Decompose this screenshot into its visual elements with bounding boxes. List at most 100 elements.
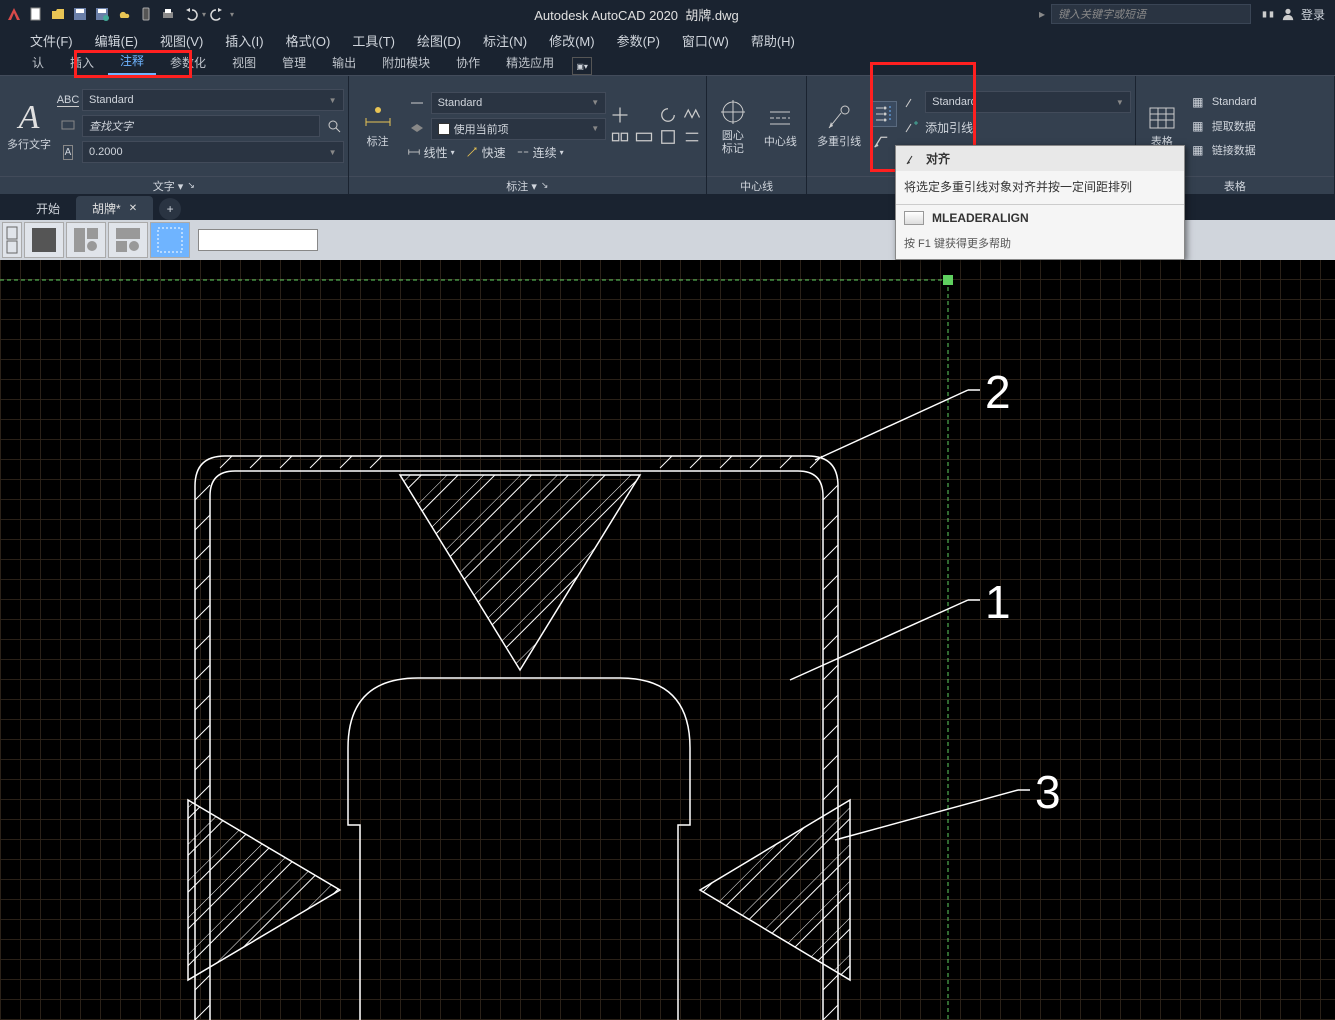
svg-text:2: 2	[985, 366, 1011, 418]
centermark-button[interactable]: 圆心 标记	[711, 80, 755, 172]
saveas-icon[interactable]	[92, 4, 112, 24]
vp-two[interactable]	[66, 222, 106, 258]
text-height-icon: A	[58, 142, 78, 162]
dim-space-icon[interactable]	[682, 127, 702, 147]
tab-insert[interactable]: 插入	[58, 50, 106, 75]
menu-file[interactable]: 文件(F)	[20, 28, 83, 53]
mleader-button[interactable]: 多重引线	[811, 80, 867, 172]
redo-icon[interactable]	[208, 4, 228, 24]
link-icon[interactable]: ▦	[1188, 140, 1208, 160]
text-style-dropdown[interactable]: Standard▼	[82, 89, 344, 111]
leader-2: 2	[815, 366, 1011, 460]
panel-centerline: 圆心 标记 中心线 中心线	[707, 76, 807, 194]
menu-param[interactable]: 参数(P)	[607, 28, 670, 53]
centerline-button[interactable]: 中心线	[759, 80, 803, 172]
table-style-icon[interactable]: ▦	[1188, 92, 1208, 112]
dim-break-icon[interactable]	[610, 105, 630, 125]
drawing-canvas[interactable]: 2 1 3	[0, 260, 1335, 1020]
menu-tools[interactable]: 工具(T)	[342, 28, 405, 53]
new-tab-button[interactable]: +	[159, 198, 181, 220]
dim-style-dropdown[interactable]: Standard▼	[431, 92, 607, 114]
user-icon	[1281, 7, 1295, 21]
menu-view[interactable]: 视图(V)	[150, 28, 213, 53]
cloud-icon[interactable]	[114, 4, 134, 24]
menu-window[interactable]: 窗口(W)	[672, 28, 739, 53]
panel-dimension: 标注 Standard▼ 使用当前项 ▼ 线性 ▾ 快速 连续 ▾	[349, 76, 708, 194]
leader-collect-button[interactable]	[871, 131, 891, 151]
dim-tol-icon[interactable]	[610, 127, 630, 147]
tooltip-help: 按 F1 键获得更多帮助	[896, 231, 1184, 259]
tab-annotate[interactable]: 注释	[108, 48, 156, 75]
dim-layer-dropdown[interactable]: 使用当前项 ▼	[431, 118, 607, 140]
menu-draw[interactable]: 绘图(D)	[407, 28, 471, 53]
mobile-icon[interactable]	[136, 4, 156, 24]
tab-collab[interactable]: 协作	[444, 50, 492, 75]
dim-jog-icon[interactable]	[682, 105, 702, 125]
panel-text: A 多行文字 ABC Standard▼ 查找文字 A 0.2000▼	[0, 76, 349, 194]
tab-extra[interactable]: ▣▾	[572, 57, 592, 75]
new-icon[interactable]	[26, 4, 46, 24]
tab-param[interactable]: 参数化	[158, 50, 218, 75]
command-icon	[904, 211, 924, 225]
search-input[interactable]: 键入关键字或短语	[1051, 4, 1251, 24]
dim-button[interactable]: 标注	[353, 80, 403, 172]
mtext-button[interactable]: A 多行文字	[4, 80, 54, 172]
quick-access-toolbar: ▾ ▾	[0, 4, 234, 24]
menu-help[interactable]: 帮助(H)	[741, 28, 805, 53]
leader-style-icon[interactable]	[901, 92, 921, 112]
close-icon[interactable]: ✕	[129, 203, 137, 214]
extract-icon[interactable]: ▦	[1188, 116, 1208, 136]
dim-tol2-icon[interactable]	[634, 127, 654, 147]
panel-text-title[interactable]: 文字 ▾↘	[0, 176, 348, 194]
open-icon[interactable]	[48, 4, 68, 24]
print-icon[interactable]	[158, 4, 178, 24]
tab-output[interactable]: 输出	[320, 50, 368, 75]
vp-four[interactable]	[150, 222, 190, 258]
leader-add-icon[interactable]	[901, 117, 921, 137]
dim-quick-button[interactable]: 快速	[465, 144, 506, 161]
vp-config-icon[interactable]	[2, 222, 22, 258]
menu-modify[interactable]: 修改(M)	[539, 28, 605, 53]
tab-start[interactable]: 开始	[20, 196, 76, 220]
dim-layer-icon[interactable]	[407, 119, 427, 139]
binoculars-icon	[1261, 7, 1275, 21]
tab-manage[interactable]: 管理	[270, 50, 318, 75]
tab-addins[interactable]: 附加模块	[370, 50, 442, 75]
vp-scale-dropdown[interactable]	[198, 229, 318, 251]
text-style-icon[interactable]: ABC	[58, 90, 78, 110]
menu-insert[interactable]: 插入(I)	[215, 28, 273, 53]
dim-assoc-icon[interactable]	[658, 127, 678, 147]
panel-center-title: 中心线	[707, 176, 806, 194]
align-tooltip: 对齐 将选定多重引线对象对齐并按一定间距排列 MLEADERALIGN 按 F1…	[895, 145, 1185, 260]
undo-icon[interactable]	[180, 4, 200, 24]
drawing-content: 2 1 3	[0, 260, 1335, 1020]
find-text-input[interactable]: 查找文字	[82, 115, 320, 137]
leader-add-button[interactable]: 添加引线	[925, 119, 973, 136]
leader-align-button[interactable]	[871, 101, 897, 127]
leader-style-dropdown[interactable]: Standard▼	[925, 91, 1131, 113]
app-title: Autodesk AutoCAD 2020 胡牌.dwg	[234, 5, 1039, 24]
dim-linear-button[interactable]: 线性 ▾	[407, 144, 455, 161]
dim-continue-button[interactable]: 连续 ▾	[516, 144, 564, 161]
title-bar: ▾ ▾ Autodesk AutoCAD 2020 胡牌.dwg ▸ 键入关键字…	[0, 0, 1335, 28]
tab-view[interactable]: 视图	[220, 50, 268, 75]
menu-format[interactable]: 格式(O)	[276, 28, 341, 53]
menu-dimension[interactable]: 标注(N)	[473, 28, 537, 53]
vp-single[interactable]	[24, 222, 64, 258]
autocad-logo[interactable]	[4, 4, 24, 24]
vp-three[interactable]	[108, 222, 148, 258]
link-data-button[interactable]: 链接数据	[1212, 142, 1256, 158]
menu-bar: 文件(F) 编辑(E) 视图(V) 插入(I) 格式(O) 工具(T) 绘图(D…	[0, 28, 1335, 52]
tab-featured[interactable]: 精选应用	[494, 50, 566, 75]
tab-default[interactable]: 认	[20, 50, 56, 75]
panel-dim-title[interactable]: 标注 ▾↘	[349, 176, 707, 194]
tab-drawing[interactable]: 胡牌*✕	[76, 196, 153, 220]
tooltip-body: 将选定多重引线对象对齐并按一定间距排列	[896, 171, 1184, 204]
login-area[interactable]: 登录	[1261, 6, 1325, 23]
dim-update-icon[interactable]	[658, 105, 678, 125]
search-icon[interactable]	[324, 116, 344, 136]
extract-data-button[interactable]: 提取数据	[1212, 118, 1256, 134]
text-height-dropdown[interactable]: 0.2000▼	[82, 141, 344, 163]
dim-style-icon[interactable]	[407, 93, 427, 113]
save-icon[interactable]	[70, 4, 90, 24]
